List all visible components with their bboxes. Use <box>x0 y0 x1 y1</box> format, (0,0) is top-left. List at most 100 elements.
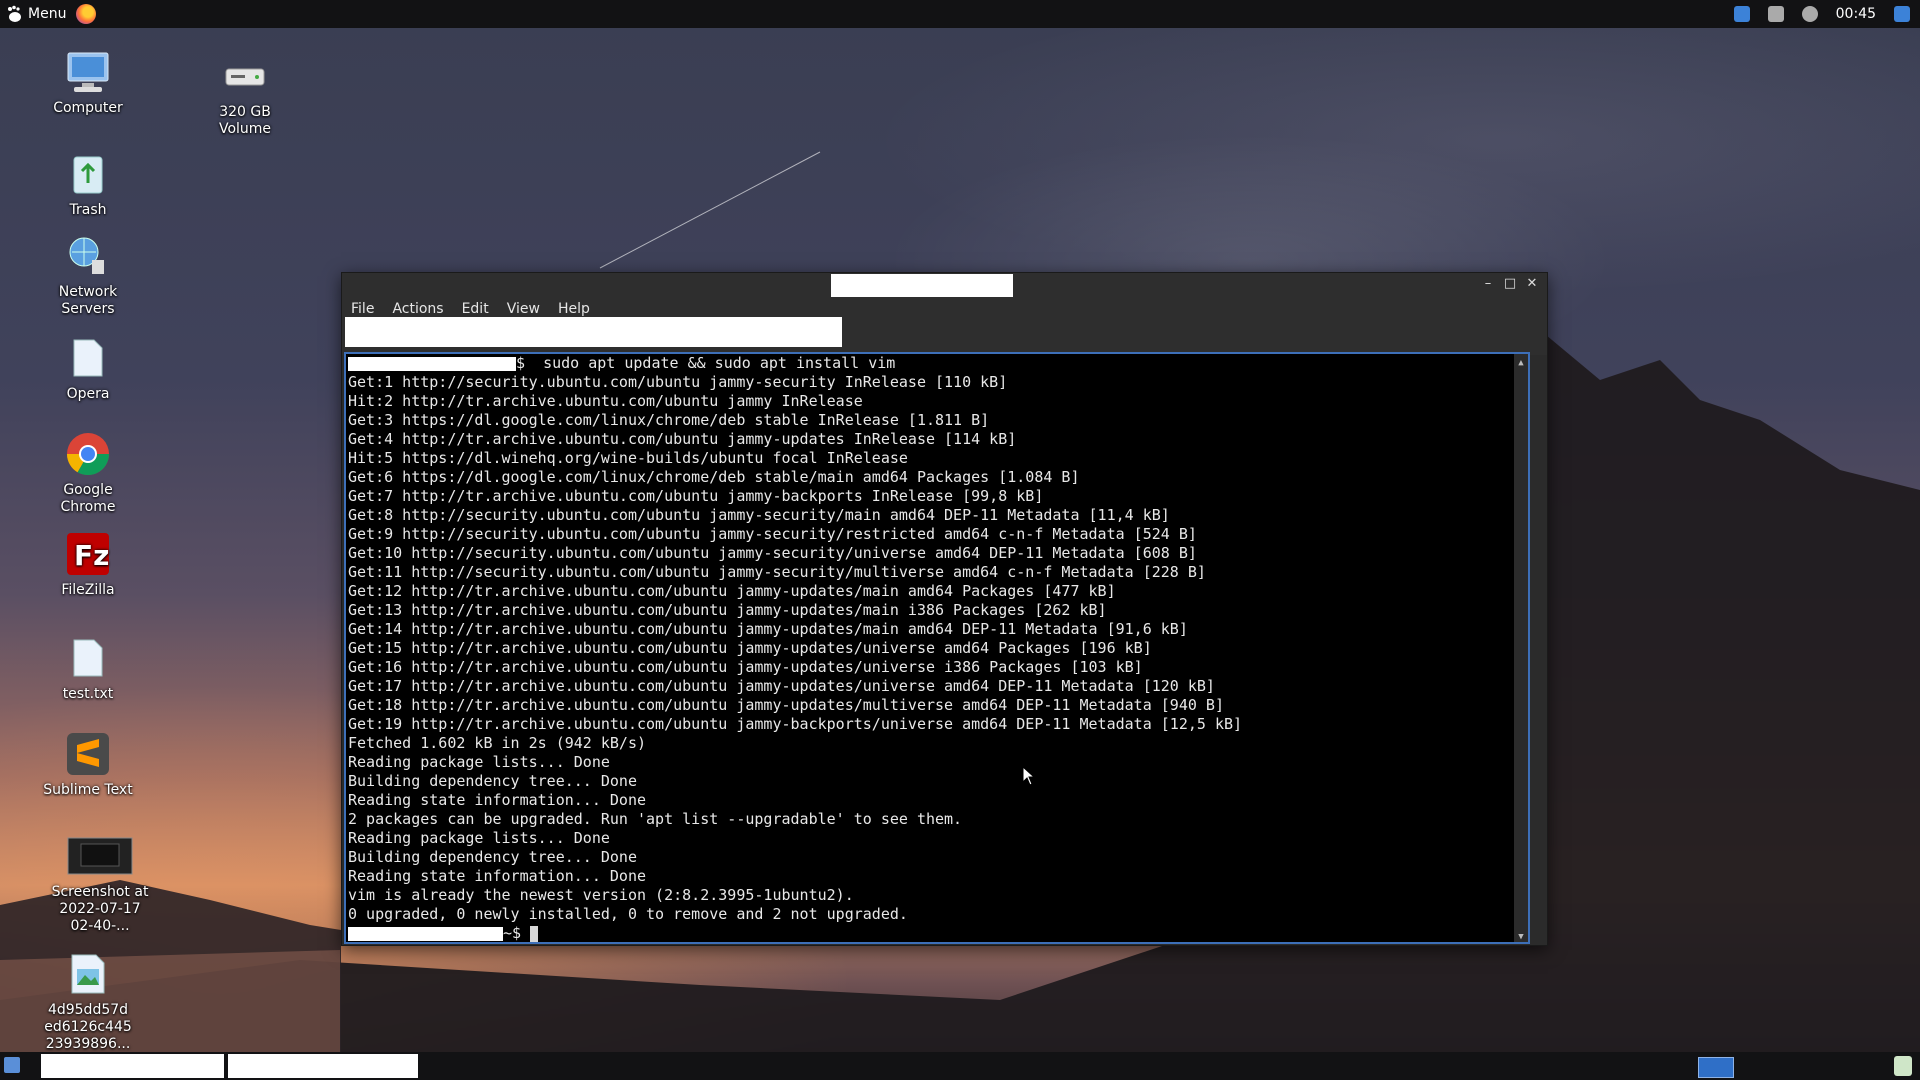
trash-applet-icon[interactable] <box>1894 1056 1912 1076</box>
output-line: Get:1 http://security.ubuntu.com/ubuntu … <box>348 373 1008 391</box>
desktop-icon-network[interactable]: Network Servers <box>38 232 138 318</box>
computer-icon <box>64 48 112 96</box>
menu-label: Menu <box>28 6 67 22</box>
output-line: Get:10 http://security.ubuntu.com/ubuntu… <box>348 544 1197 562</box>
scroll-down-icon[interactable]: ▼ <box>1514 928 1528 942</box>
scroll-up-icon[interactable]: ▲ <box>1514 354 1528 368</box>
output-line: Get:7 http://tr.archive.ubuntu.com/ubunt… <box>348 487 1044 505</box>
output-line: Get:19 http://tr.archive.ubuntu.com/ubun… <box>348 715 1243 733</box>
clock[interactable]: 00:45 <box>1836 6 1876 22</box>
menu-file[interactable]: File <box>342 301 383 317</box>
menu-help[interactable]: Help <box>549 301 599 317</box>
terminal-text: $ sudo apt update && sudo apt install vi… <box>348 354 1242 942</box>
firefox-launcher-icon[interactable] <box>76 4 97 24</box>
menu-actions[interactable]: Actions <box>383 301 452 317</box>
terminal-scrollbar[interactable]: ▲ ▼ <box>1514 354 1528 942</box>
tab-terminal-redacted[interactable] <box>345 317 842 347</box>
desktop-icon-sublime[interactable]: Sublime Text <box>38 730 138 799</box>
text-file-icon <box>64 634 112 682</box>
desktop-icon-opera[interactable]: Opera <box>38 334 138 403</box>
output-lines: Get:1 http://security.ubuntu.com/ubuntu … <box>348 373 1242 924</box>
desktop-icon-label: 320 GB Volume <box>218 104 272 137</box>
network-icon <box>64 232 112 280</box>
desktop-icon-label: Network Servers <box>58 284 118 317</box>
desktop-icon-label: Computer <box>53 100 123 116</box>
image-file-icon <box>64 950 112 998</box>
prompt-line: ~$ <box>348 924 1242 942</box>
output-line: 2 packages can be upgraded. Run 'apt lis… <box>348 810 963 828</box>
desktop-icon-screenshot[interactable]: Screenshot at 2022-07-17 02-40-... <box>50 832 150 935</box>
desktop-icon-trash[interactable]: Trash <box>38 150 138 219</box>
desktop-icon-test-txt[interactable]: test.txt <box>38 634 138 703</box>
output-line: Get:9 http://security.ubuntu.com/ubuntu … <box>348 525 1197 543</box>
output-line: Get:18 http://tr.archive.ubuntu.com/ubun… <box>348 696 1224 714</box>
desktop-icon-filezilla[interactable]: Fz FileZilla <box>38 530 138 599</box>
output-line: Get:11 http://security.ubuntu.com/ubuntu… <box>348 563 1206 581</box>
drive-icon <box>221 52 269 100</box>
desktop-icon-volume[interactable]: 320 GB Volume <box>195 52 295 138</box>
prompt-suffix: ~$ <box>503 924 531 942</box>
prompt-user-redacted <box>348 926 503 941</box>
desktop-icon-image[interactable]: 4d95dd57d ed6126c445 23939896... <box>38 950 138 1053</box>
output-line: Get:4 http://tr.archive.ubuntu.com/ubunt… <box>348 430 1017 448</box>
prompt-user-redacted <box>348 356 516 371</box>
desktop-icon-chrome[interactable]: Google Chrome <box>38 430 138 516</box>
mouse-pointer-icon <box>1022 766 1036 786</box>
close-button[interactable]: ✕ <box>1525 276 1539 291</box>
terminal-output[interactable]: $ sudo apt update && sudo apt install vi… <box>344 352 1530 944</box>
desktop-icon-label: Trash <box>69 202 107 218</box>
desktop-icon-label: Google Chrome <box>60 482 116 515</box>
filezilla-icon: Fz <box>64 530 112 578</box>
output-line: Hit:2 http://tr.archive.ubuntu.com/ubunt… <box>348 392 863 410</box>
updates-tray-icon[interactable] <box>1801 6 1818 22</box>
window-controls: – □ ✕ <box>1481 276 1539 291</box>
menu-button[interactable]: Menu <box>6 0 66 28</box>
chrome-icon <box>64 430 112 478</box>
command-text: $ sudo apt update && sudo apt install vi… <box>516 354 896 372</box>
output-line: Get:8 http://security.ubuntu.com/ubuntu … <box>348 506 1170 524</box>
bottom-panel <box>0 1052 1920 1080</box>
menu-view[interactable]: View <box>498 301 549 317</box>
output-line: 0 upgraded, 0 newly installed, 0 to remo… <box>348 905 908 923</box>
desktop-icon-label: Screenshot at 2022-07-17 02-40-... <box>51 884 149 934</box>
output-line: Get:6 https://dl.google.com/linux/chrome… <box>348 468 1080 486</box>
screenshot-icon <box>67 832 133 880</box>
file-icon <box>64 334 112 382</box>
desktop-icon-label: Sublime Text <box>43 782 133 798</box>
window-titlebar[interactable]: – □ ✕ <box>342 273 1547 298</box>
show-desktop-icon[interactable] <box>4 1057 20 1073</box>
desktop-icon-label: test.txt <box>62 686 114 702</box>
menu-edit[interactable]: Edit <box>453 301 498 317</box>
output-line: Reading state information... Done <box>348 867 647 885</box>
desktop-icon-label: Opera <box>66 386 110 402</box>
keyboard-tray-icon[interactable] <box>1767 6 1784 22</box>
desktop-icon-computer[interactable]: Computer <box>38 48 138 117</box>
taskbar-button-1-redacted[interactable] <box>41 1054 224 1078</box>
top-panel: Menu 00:45 <box>0 0 1920 28</box>
maximize-button[interactable]: □ <box>1503 276 1517 291</box>
desktop-icon-label: 4d95dd57d ed6126c445 23939896... <box>44 1002 132 1052</box>
trash-icon <box>64 150 112 198</box>
network-tray-icon[interactable] <box>1733 6 1750 22</box>
output-line: Building dependency tree... Done <box>348 772 637 790</box>
taskbar-button-2-redacted[interactable] <box>228 1054 418 1078</box>
output-line: Get:3 https://dl.google.com/linux/chrome… <box>348 411 990 429</box>
desktop-icon-label: FileZilla <box>61 582 115 598</box>
minimize-button[interactable]: – <box>1481 276 1495 291</box>
output-line: vim is already the newest version (2:8.2… <box>348 886 854 904</box>
output-line: Reading package lists... Done <box>348 753 610 771</box>
output-line: Get:16 http://tr.archive.ubuntu.com/ubun… <box>348 658 1143 676</box>
output-line: Building dependency tree... Done <box>348 848 637 866</box>
output-line: Reading state information... Done <box>348 791 647 809</box>
output-line: Get:12 http://tr.archive.ubuntu.com/ubun… <box>348 582 1116 600</box>
window-title-redacted <box>831 274 1013 298</box>
system-tray: 00:45 <box>1733 0 1910 28</box>
terminal-window: – □ ✕ File Actions Edit View Help $ sudo… <box>341 272 1548 946</box>
output-line: Reading package lists... Done <box>348 829 610 847</box>
svg-text:Fz: Fz <box>74 539 109 572</box>
user-tray-icon[interactable] <box>1894 6 1910 22</box>
output-line: Hit:5 https://dl.winehq.org/wine-builds/… <box>348 449 908 467</box>
gnome-foot-icon <box>8 5 21 22</box>
terminal-cursor <box>530 925 539 942</box>
workspace-switcher[interactable] <box>1698 1057 1734 1078</box>
